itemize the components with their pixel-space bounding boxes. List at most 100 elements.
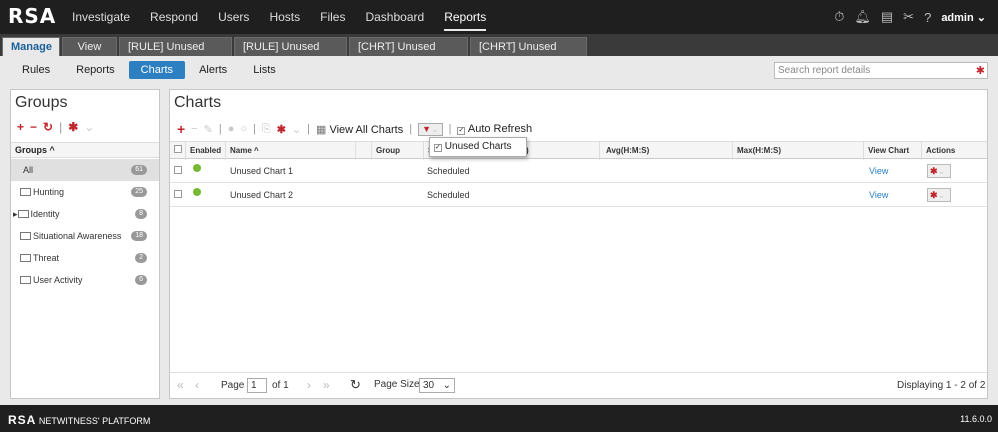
- actions-button[interactable]: ✱⌄: [927, 164, 951, 178]
- table-row[interactable]: Unused Chart 2 Scheduled View ✱⌄: [170, 183, 987, 207]
- next-page-icon[interactable]: ›: [307, 378, 311, 392]
- tab-rule-unused-rule-1[interactable]: [RULE] Unused Rule 1✕: [234, 37, 347, 72]
- col-actions[interactable]: Actions: [922, 142, 987, 160]
- groups-title: Groups: [15, 94, 68, 111]
- tab-rule-unused-rule-2[interactable]: [RULE] Unused Rule 2✕: [119, 37, 232, 72]
- refresh-icon[interactable]: ↻: [350, 377, 361, 393]
- view-all-charts-button[interactable]: ▦ View All Charts: [316, 123, 403, 136]
- folder-icon: [20, 254, 31, 262]
- tab-label: Manage: [11, 41, 52, 53]
- count-badge: 18: [131, 231, 147, 241]
- col-enabled[interactable]: Enabled: [186, 142, 226, 160]
- group-item-all[interactable]: All 61: [11, 159, 159, 181]
- prev-page-icon[interactable]: ‹: [195, 378, 199, 392]
- select-all-checkbox[interactable]: [170, 142, 186, 160]
- auto-refresh-label: Auto Refresh: [467, 123, 533, 135]
- col-name[interactable]: Name ^: [226, 142, 356, 160]
- table-row[interactable]: Unused Chart 1 Scheduled View ✱⌄: [170, 159, 987, 183]
- group-item-hunting[interactable]: Hunting 25: [11, 181, 159, 203]
- notes-icon[interactable]: ▤: [881, 9, 893, 25]
- chevron-down-icon: ⌄: [442, 380, 451, 391]
- refresh-icon[interactable]: ↻: [43, 120, 53, 134]
- chevron-down-icon: ⌄: [976, 11, 986, 24]
- last-page-icon[interactable]: »: [323, 378, 330, 392]
- subnav-rules[interactable]: Rules: [10, 61, 62, 79]
- nav-files[interactable]: Files: [310, 0, 355, 34]
- tools-icon[interactable]: ✂: [903, 9, 914, 25]
- chart-name[interactable]: Unused Chart 1: [230, 159, 293, 183]
- help-icon[interactable]: ?: [924, 10, 931, 25]
- gear-icon[interactable]: ✱: [68, 120, 78, 134]
- chevron-down-icon[interactable]: ⌄: [84, 120, 94, 134]
- bell-icon[interactable]: 🔔︎: [854, 9, 871, 25]
- group-item-situational-awareness[interactable]: Situational Awareness 18: [11, 225, 159, 247]
- gear-icon: ✱: [930, 190, 938, 200]
- history-icon[interactable]: ⎘: [262, 123, 271, 136]
- checkbox-icon: ✓: [457, 127, 466, 135]
- add-icon[interactable]: +: [177, 121, 185, 137]
- view-chart-link[interactable]: View: [869, 183, 888, 207]
- col-last-run[interactable]: ): [522, 142, 606, 160]
- enabled-status: [193, 159, 201, 179]
- page-size-value: 30: [423, 380, 435, 391]
- gear-icon[interactable]: ✱: [277, 123, 286, 136]
- nav-reports[interactable]: Reports: [434, 0, 496, 34]
- tab-chart-unused-chart-2[interactable]: [CHRT] Unused Chart 2✕: [470, 37, 587, 72]
- disable-icon[interactable]: ○: [240, 123, 247, 135]
- folder-icon: [20, 276, 31, 284]
- remove-icon[interactable]: −: [191, 123, 197, 135]
- subnav-charts[interactable]: Charts: [128, 61, 186, 79]
- auto-refresh-toggle[interactable]: ✓ Auto Refresh: [457, 123, 532, 135]
- col-group[interactable]: Group: [372, 142, 424, 160]
- add-icon[interactable]: +: [17, 120, 24, 134]
- group-label: Hunting: [33, 187, 65, 197]
- divider: |: [307, 123, 310, 135]
- nav-dashboard[interactable]: Dashboard: [355, 0, 434, 34]
- col-view-chart[interactable]: View Chart: [864, 142, 922, 160]
- nav-hosts[interactable]: Hosts: [259, 0, 310, 34]
- filter-button[interactable]: ▼⌄: [418, 122, 443, 136]
- groups-column-header[interactable]: Groups ^: [11, 142, 159, 158]
- charts-panel: Charts + − ✎ | ● ○ | ⎘ ✱ ⌄ | ▦ View All …: [169, 89, 988, 399]
- group-item-threat[interactable]: Threat 2: [11, 247, 159, 269]
- subnav-alerts[interactable]: Alerts: [187, 61, 239, 79]
- chevron-down-icon: ⌄: [937, 190, 946, 200]
- row-checkbox[interactable]: [174, 159, 182, 183]
- edit-icon[interactable]: ✎: [204, 123, 213, 136]
- groups-toolbar: + − ↻ | ✱ ⌄: [17, 120, 94, 134]
- group-item-user-activity[interactable]: User Activity 6: [11, 269, 159, 291]
- rsa-logo[interactable]: RSA: [8, 4, 56, 28]
- filter-dropdown: ✓ Unused Charts: [429, 137, 527, 157]
- page-size-select[interactable]: 30 ⌄: [419, 378, 455, 393]
- chart-name[interactable]: Unused Chart 2: [230, 183, 293, 207]
- subnav-lists[interactable]: Lists: [241, 61, 288, 79]
- remove-icon[interactable]: −: [30, 120, 37, 134]
- tab-manage[interactable]: Manage: [2, 37, 60, 56]
- col-avg[interactable]: Avg(H:M:S): [602, 142, 733, 160]
- search-input[interactable]: Search report details ✱: [774, 62, 988, 79]
- page-size-label: Page Size: [374, 379, 420, 390]
- nav-respond[interactable]: Respond: [140, 0, 208, 34]
- charts-toolbar: + − ✎ | ● ○ | ⎘ ✱ ⌄ | ▦ View All Charts …: [177, 121, 532, 137]
- footer-brand: RSA: [8, 413, 37, 427]
- col-max[interactable]: Max(H:M:S): [733, 142, 864, 160]
- group-label: All: [23, 165, 34, 175]
- chevron-down-icon[interactable]: ⌄: [292, 123, 301, 136]
- enable-icon[interactable]: ●: [228, 123, 235, 135]
- group-item-identity[interactable]: ▸ Identity 8: [11, 203, 159, 225]
- gear-icon[interactable]: ✱: [976, 64, 985, 79]
- nav-users[interactable]: Users: [208, 0, 259, 34]
- page-input[interactable]: 1: [247, 378, 267, 393]
- actions-button[interactable]: ✱⌄: [927, 188, 951, 202]
- nav-investigate[interactable]: Investigate: [62, 0, 140, 34]
- row-checkbox[interactable]: [174, 183, 182, 207]
- first-page-icon[interactable]: «: [177, 378, 184, 392]
- tab-view[interactable]: View: [62, 37, 117, 56]
- user-menu[interactable]: admin ⌄: [941, 11, 986, 24]
- timer-icon[interactable]: ⏱: [834, 9, 844, 25]
- view-chart-link[interactable]: View: [869, 159, 888, 183]
- subnav-reports[interactable]: Reports: [64, 61, 127, 79]
- filter-option-unused-charts[interactable]: ✓ Unused Charts: [434, 138, 526, 156]
- tab-chart-unused-chart-1[interactable]: [CHRT] Unused Chart 1✕: [349, 37, 468, 72]
- divider: |: [409, 123, 413, 135]
